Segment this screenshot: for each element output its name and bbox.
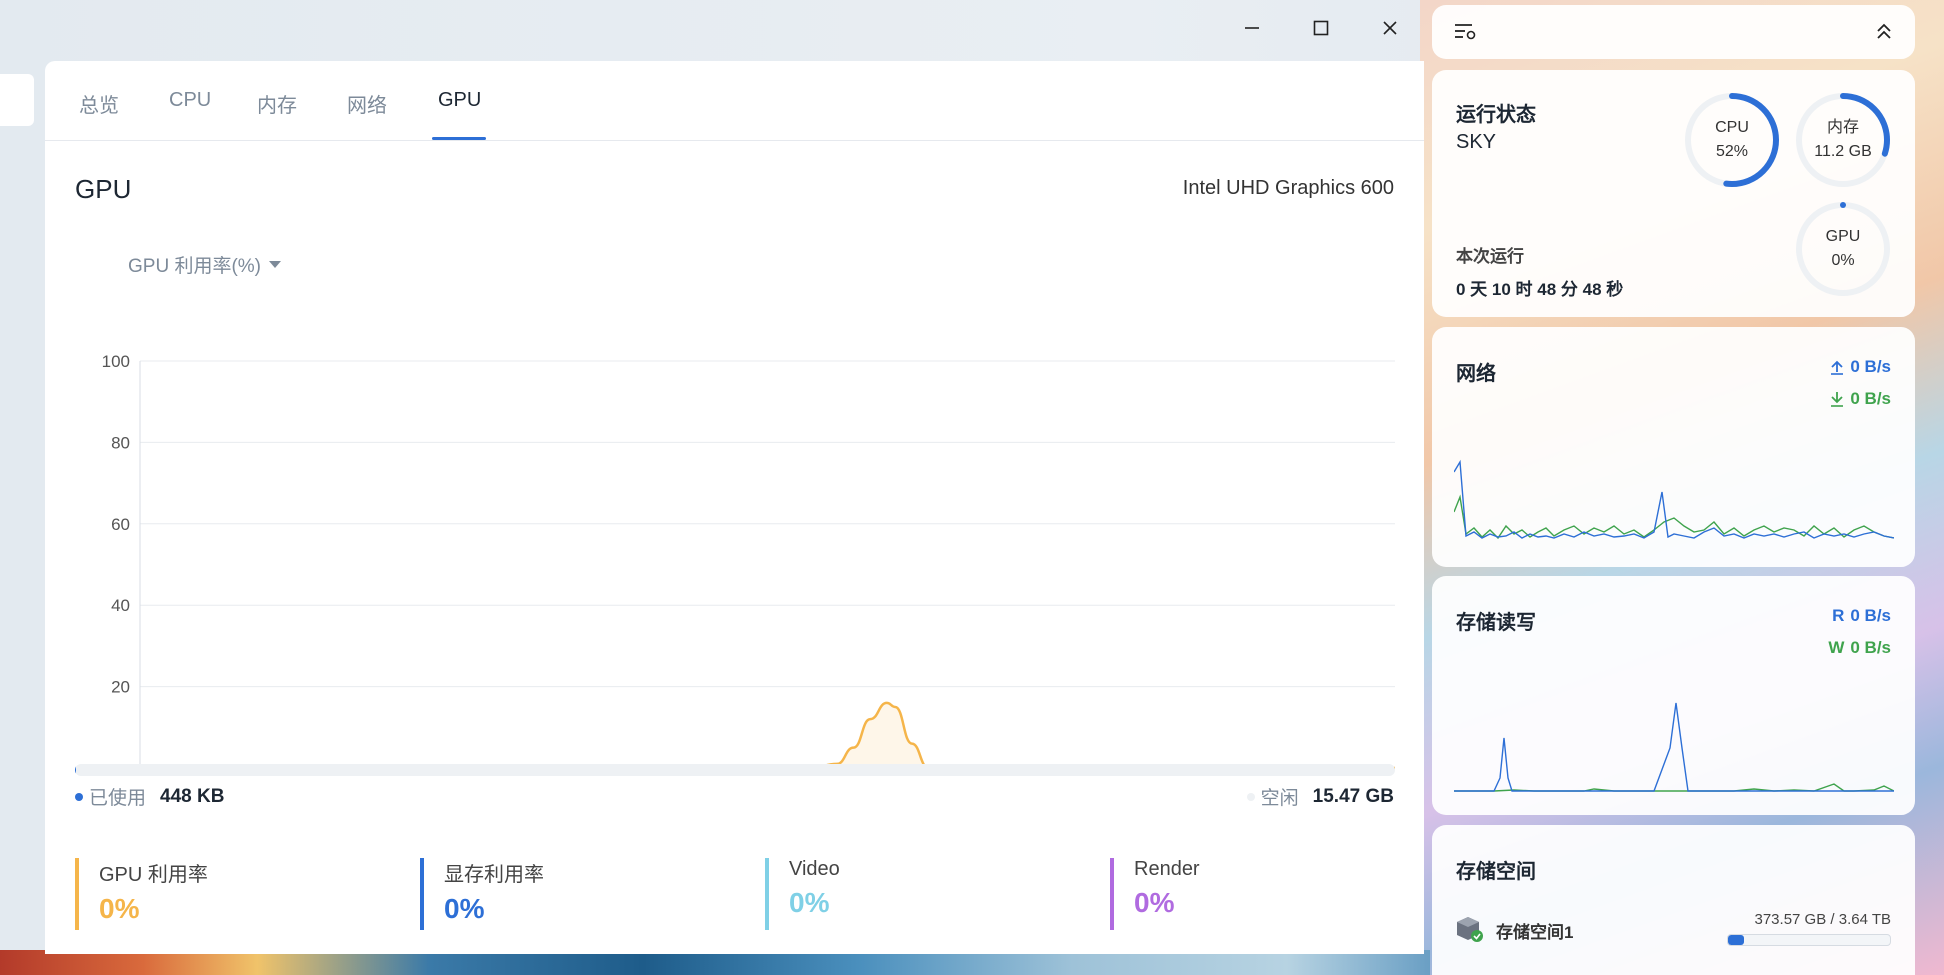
stat-value: 0% xyxy=(789,887,830,918)
y-tick-label: 40 xyxy=(111,596,130,615)
host-name: SKY xyxy=(1456,131,1497,153)
active-tab-indicator xyxy=(432,137,486,140)
gpu-usage-chart: 100 80 60 40 20 xyxy=(102,352,1396,770)
vram-free: 空闲 15.47 GB xyxy=(1246,783,1394,810)
upload-value: 0 B/s xyxy=(1850,357,1891,376)
storage-total: 3.64 TB xyxy=(1838,911,1891,928)
stat-value: 0% xyxy=(1134,887,1175,918)
storage-usage-text: 373.57 GB / 3.64 TB xyxy=(1755,911,1892,928)
series-line xyxy=(561,701,1396,770)
y-tick-label: 20 xyxy=(111,678,130,697)
gpu-ring: GPU 0% xyxy=(1793,199,1893,299)
write-value: 0 B/s xyxy=(1850,638,1891,657)
write-rate: W 0 B/s xyxy=(1828,638,1891,658)
ring-label: CPU xyxy=(1715,119,1749,136)
series-area xyxy=(562,702,1395,768)
widget-toolbar xyxy=(1432,5,1915,59)
storage-pool-name[interactable]: 存储空间1 xyxy=(1496,918,1573,943)
read-prefix: R xyxy=(1832,606,1845,625)
tab-overview[interactable]: 总览 xyxy=(79,89,119,118)
storage-usage-bar xyxy=(1727,934,1891,946)
storage-pool-icon xyxy=(1456,915,1484,948)
minimize-icon xyxy=(1245,27,1259,29)
tab-cpu[interactable]: CPU xyxy=(169,89,211,112)
upload-rate: 0 B/s xyxy=(1830,357,1891,377)
y-tick-label: 80 xyxy=(111,433,130,452)
disk-io-title: 存储读写 xyxy=(1456,612,1536,634)
metric-dropdown-label: GPU 利用率(%) xyxy=(128,256,262,277)
download-icon xyxy=(1831,392,1844,407)
storage-title: 存储空间 xyxy=(1456,861,1536,883)
vram-used: 已使用 448 KB xyxy=(75,783,224,810)
list-settings-icon[interactable] xyxy=(1454,22,1478,47)
caret-down-icon xyxy=(269,261,282,268)
tab-network[interactable]: 网络 xyxy=(347,89,387,118)
stat-gpu-utilization: GPU 利用率 0% xyxy=(75,858,208,930)
status-card: 运行状态 SKY 本次运行 0 天 10 时 48 分 48 秒 CPU 52%… xyxy=(1432,70,1915,317)
tab-gpu[interactable]: GPU xyxy=(438,89,481,112)
write-prefix: W xyxy=(1828,638,1845,657)
stat-render: Render 0% xyxy=(1110,858,1200,930)
vram-used-value: 448 KB xyxy=(160,785,225,807)
uptime-value: 0 天 10 时 48 分 48 秒 xyxy=(1456,280,1624,299)
upload-icon xyxy=(1831,360,1844,375)
network-title: 网络 xyxy=(1456,363,1496,385)
tab-bar: 总览 CPU 内存 网络 GPU xyxy=(45,61,1424,141)
stat-label: Render xyxy=(1134,858,1200,880)
vram-used-label: 已使用 xyxy=(89,788,147,809)
stat-video: Video 0% xyxy=(765,858,840,930)
stat-value: 0% xyxy=(444,893,485,924)
cpu-ring: CPU 52% xyxy=(1682,90,1782,190)
ring-value: 0% xyxy=(1831,252,1855,269)
download-value: 0 B/s xyxy=(1850,389,1891,408)
status-title: 运行状态 xyxy=(1456,104,1536,126)
network-card: 网络 0 B/s 0 B/s xyxy=(1432,327,1915,567)
stat-label: 显存利用率 xyxy=(444,864,544,886)
close-icon xyxy=(1383,21,1397,35)
storage-usage-bar-fill xyxy=(1728,935,1745,945)
vram-free-value: 15.47 GB xyxy=(1312,785,1394,807)
storage-used: 373.57 GB xyxy=(1754,911,1827,928)
page-title: GPU xyxy=(75,174,132,204)
double-chevron-up-icon[interactable] xyxy=(1875,22,1893,47)
storage-card: 存储空间 存储空间1 373.57 GB / 3.64 TB xyxy=(1432,825,1915,975)
memory-ring: 内存 11.2 GB xyxy=(1793,90,1893,190)
stat-label: Video xyxy=(789,858,840,880)
storage-separator: / xyxy=(1830,911,1835,928)
metric-dropdown[interactable]: GPU 利用率(%) xyxy=(128,251,282,278)
disk-io-card: 存储读写 R 0 B/s W 0 B/s xyxy=(1432,576,1915,815)
close-button[interactable] xyxy=(1370,12,1410,44)
maximize-icon xyxy=(1313,20,1329,36)
minimize-button[interactable] xyxy=(1232,12,1272,44)
y-tick-label: 100 xyxy=(102,352,130,371)
ring-value: 52% xyxy=(1715,143,1749,160)
tab-memory[interactable]: 内存 xyxy=(257,89,297,118)
ring-label: 内存 xyxy=(1826,119,1859,136)
background-window-edge xyxy=(0,74,34,126)
used-legend-dot xyxy=(75,792,83,801)
y-tick-label: 60 xyxy=(111,515,130,534)
disk-io-sparkline xyxy=(1454,702,1894,792)
free-legend-dot xyxy=(1246,792,1255,801)
download-rate: 0 B/s xyxy=(1830,389,1891,409)
stat-vram-utilization: 显存利用率 0% xyxy=(420,858,544,930)
resource-monitor-window: 总览 CPU 内存 网络 GPU GPU Intel UHD Graphics … xyxy=(45,61,1424,954)
read-value: 0 B/s xyxy=(1850,606,1891,625)
maximize-button[interactable] xyxy=(1301,12,1341,44)
vram-free-label: 空闲 xyxy=(1260,788,1299,809)
ring-label: GPU xyxy=(1825,228,1861,245)
network-sparkline xyxy=(1454,459,1894,540)
stat-value: 0% xyxy=(99,893,140,924)
gpu-model-name: Intel UHD Graphics 600 xyxy=(1182,177,1394,199)
ring-value: 11.2 GB xyxy=(1814,143,1872,160)
uptime-label: 本次运行 xyxy=(1456,247,1524,266)
stat-label: GPU 利用率 xyxy=(99,864,208,886)
vram-usage-bar xyxy=(75,764,1395,776)
read-rate: R 0 B/s xyxy=(1832,606,1891,626)
